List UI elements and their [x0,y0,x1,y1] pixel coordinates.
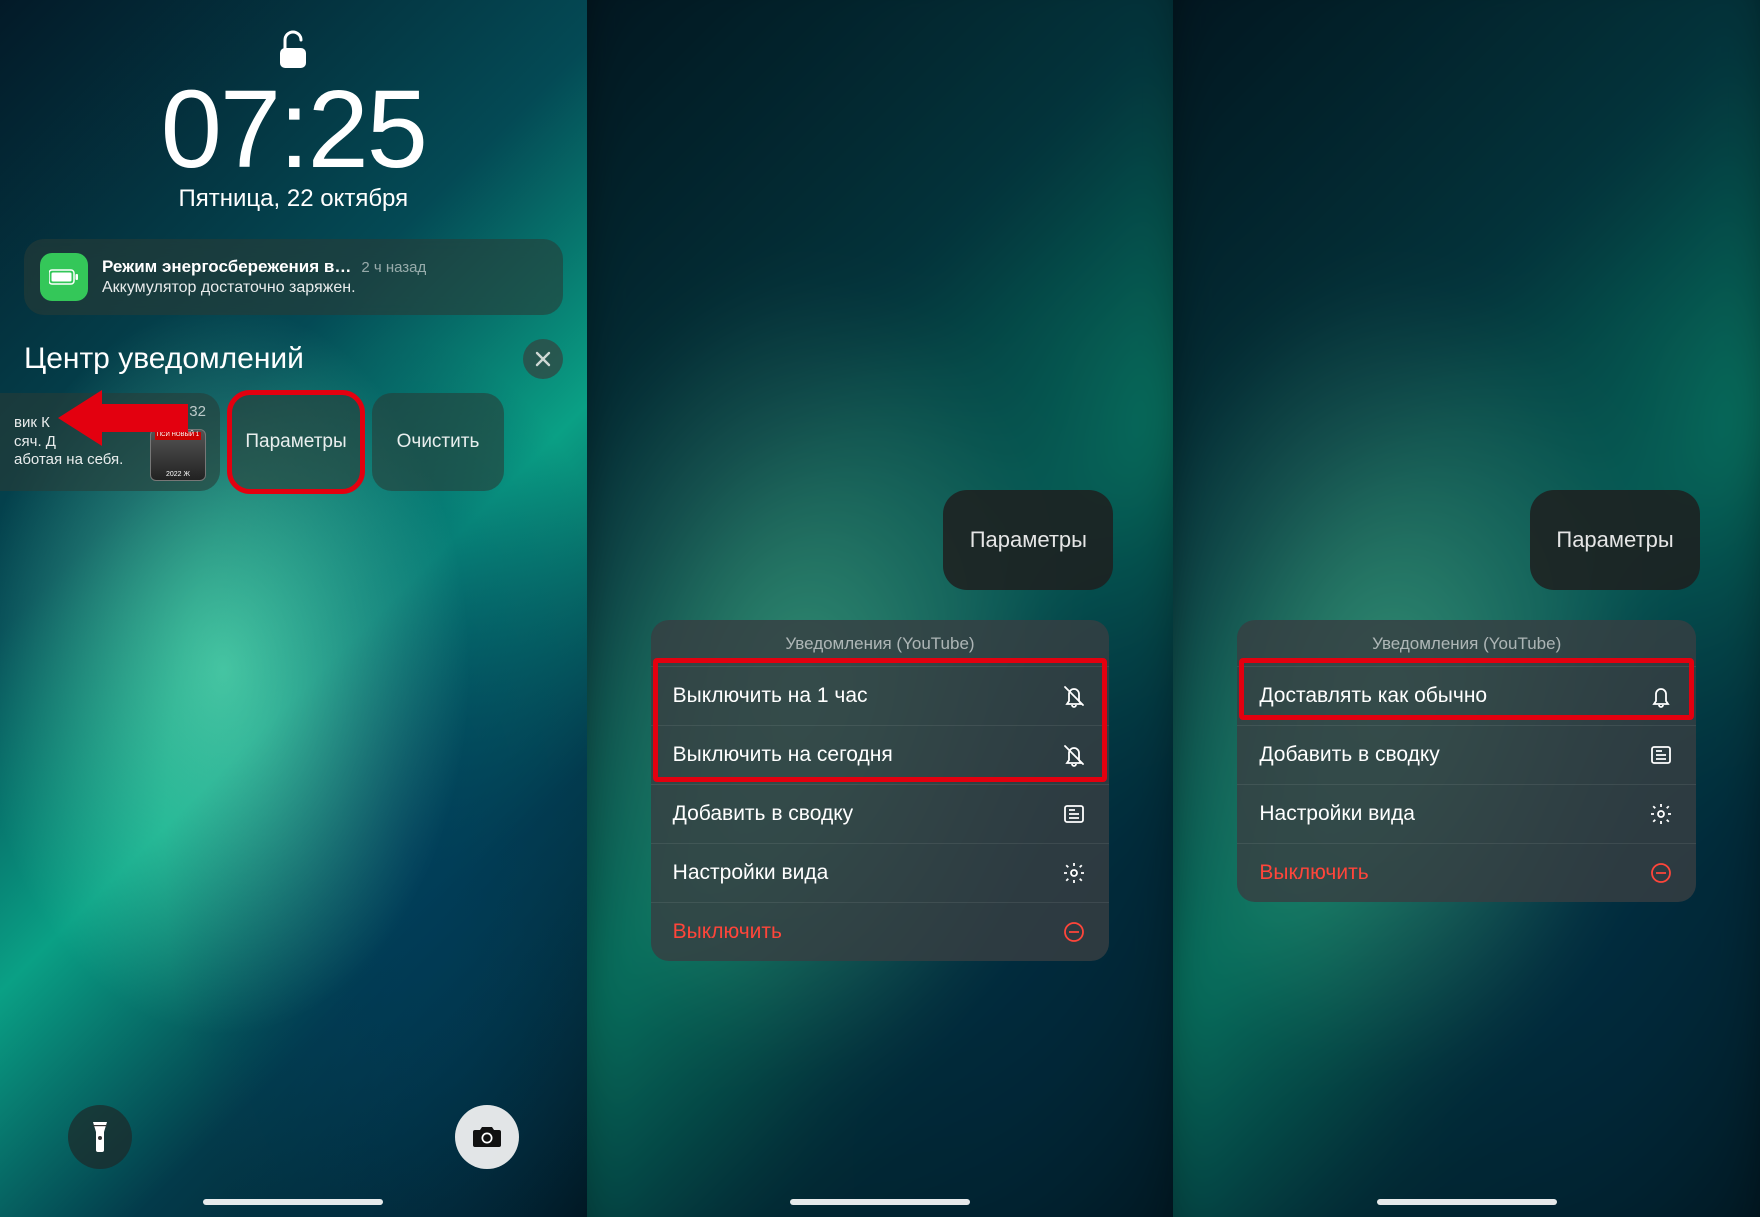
deliver-normally-label: Доставлять как обычно [1259,684,1487,708]
home-indicator[interactable] [203,1199,383,1205]
notification-thumbnail: ПСЙ НОВЫЙ 1 2022 Ж [150,429,206,481]
close-button[interactable] [523,339,563,379]
view-settings-item[interactable]: Настройки вида [1237,784,1696,843]
mute-today-item[interactable]: Выключить на сегодня [651,725,1110,784]
home-indicator[interactable] [1377,1199,1557,1205]
battery-notification[interactable]: Режим энергосбережения в… 2 ч назад Акку… [24,239,563,315]
flashlight-button[interactable] [68,1105,132,1169]
view-settings-label: Настройки вида [1259,802,1415,826]
mute-1-hour-label: Выключить на 1 час [673,684,868,708]
newspaper-icon [1061,801,1087,827]
minus-circle-icon [1061,919,1087,945]
add-to-summary-item[interactable]: Добавить в сводку [1237,725,1696,784]
swiped-notification[interactable]: Вчера, 23:32 вик К сяч. Д аботая на себя… [0,393,220,491]
swiped-timestamp: Вчера, 23:32 [118,403,206,422]
lock-time: 07:25 [0,66,587,193]
turn-off-item[interactable]: Выключить [1237,843,1696,902]
camera-button[interactable] [455,1105,519,1169]
deliver-normally-item[interactable]: Доставлять как обычно [1237,666,1696,725]
turn-off-label: Выключить [1259,861,1368,885]
panel-options-menu-mute: Параметры Уведомления (YouTube) Выключит… [587,0,1174,1217]
newspaper-icon [1648,742,1674,768]
bell-icon [1648,683,1674,709]
notification-options-menu: Уведомления (YouTube) Доставлять как обы… [1237,620,1696,902]
gear-icon [1061,860,1087,886]
bell-slash-icon [1061,742,1087,768]
notification-center-title: Центр уведомлений [24,342,304,376]
bell-slash-icon [1061,683,1087,709]
view-settings-label: Настройки вида [673,861,829,885]
mute-today-label: Выключить на сегодня [673,743,893,767]
menu-header: Уведомления (YouTube) [651,620,1110,666]
minus-circle-icon [1648,860,1674,886]
add-to-summary-label: Добавить в сводку [1259,743,1439,767]
home-indicator[interactable] [790,1199,970,1205]
lock-date: Пятница, 22 октября [0,185,587,213]
swiped-notification-row: Вчера, 23:32 вик К сяч. Д аботая на себя… [0,393,587,491]
clear-button[interactable]: Очистить [372,393,504,491]
notif-time: 2 ч назад [361,258,426,278]
options-chip[interactable]: Параметры [1530,490,1700,590]
battery-icon [40,253,88,301]
options-chip[interactable]: Параметры [943,490,1113,590]
options-button[interactable]: Параметры [230,393,362,491]
turn-off-label: Выключить [673,920,782,944]
panel-lockscreen: 07:25 Пятница, 22 октября Режим энергосб… [0,0,587,1217]
add-to-summary-item[interactable]: Добавить в сводку [651,784,1110,843]
notification-options-menu: Уведомления (YouTube) Выключить на 1 час… [651,620,1110,961]
view-settings-item[interactable]: Настройки вида [651,843,1110,902]
add-to-summary-label: Добавить в сводку [673,802,853,826]
notif-body: Аккумулятор достаточно заряжен. [102,278,547,299]
menu-header: Уведомления (YouTube) [1237,620,1696,666]
gear-icon [1648,801,1674,827]
panel-options-menu-deliver: Параметры Уведомления (YouTube) Доставля… [1173,0,1760,1217]
notif-title: Режим энергосбережения в… [102,256,351,278]
turn-off-item[interactable]: Выключить [651,902,1110,961]
mute-1-hour-item[interactable]: Выключить на 1 час [651,666,1110,725]
